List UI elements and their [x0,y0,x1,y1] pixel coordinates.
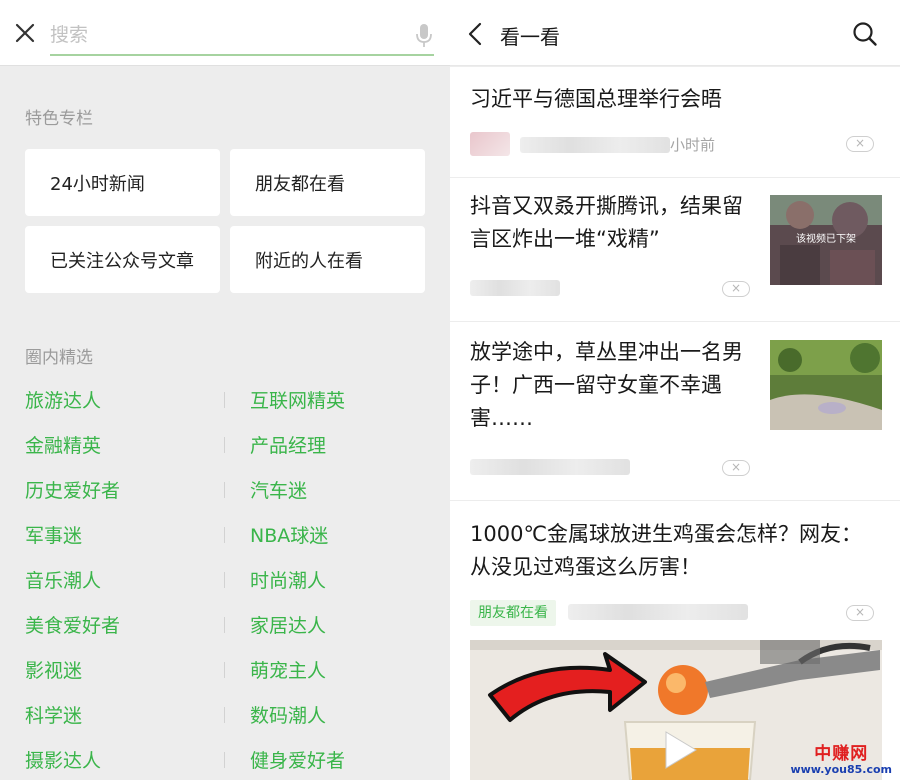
divider [224,752,225,768]
circle-item-digital[interactable]: 数码潮人 [250,701,326,728]
circle-item-finance[interactable]: 金融精英 [25,431,101,458]
back-arrow-icon[interactable] [464,21,488,47]
circle-item-military[interactable]: 军事迷 [25,521,82,548]
circle-item-home[interactable]: 家居达人 [250,611,326,638]
divider [224,527,225,543]
article-card[interactable]: 放学途中，草丛里冲出一名男 子！广西一留守女童不幸遇 害…… × [450,322,900,500]
card-friends-watching[interactable]: 朋友都在看 [230,149,425,216]
article-card[interactable]: 习近平与德国总理举行会晤 小时前 × [450,67,900,177]
card-label: 朋友都在看 [255,173,345,195]
blurred-source-avatar [470,132,510,156]
article-title-line: 害…… [470,406,533,430]
search-input[interactable] [50,18,410,52]
card-nearby-watching[interactable]: 附近的人在看 [230,226,425,293]
microphone-icon[interactable] [414,23,434,49]
divider [224,617,225,633]
search-panel: 特色专栏 24小时新闻 朋友都在看 已关注公众号文章 附近的人在看 圈内精选 旅… [0,0,450,780]
friends-watching-badge: 朋友都在看 [470,600,556,626]
watermark: 中赚网 www.you85.com [790,745,892,776]
card-label: 已关注公众号文章 [50,250,194,272]
dismiss-button[interactable]: × [846,136,874,152]
divider [224,437,225,453]
circle-item-internet[interactable]: 互联网精英 [250,386,345,413]
article-card[interactable]: 抖音又双叒开撕腾讯，结果留 言区炸出一堆“戏精” × 该视频已下架 [450,178,900,321]
divider [224,482,225,498]
blurred-source-name [470,280,560,296]
article-title: 习近平与德国总理举行会晤 [470,87,722,111]
blurred-source-name [470,459,630,475]
divider [224,662,225,678]
dismiss-button[interactable]: × [722,460,750,476]
circle-item-pets[interactable]: 萌宠主人 [250,656,326,683]
article-time: 小时前 [670,136,716,154]
search-bar [0,0,450,66]
article-title-line: 子！广西一留守女童不幸遇 [470,373,722,397]
featured-section-title: 特色专栏 [25,109,93,129]
watermark-logo: 中赚网 [814,744,869,764]
top-stories-panel: 看一看 习近平与德国总理举行会晤 小时前 × 抖音又双叒开撕腾讯，结果留 言区炸… [450,0,900,780]
article-title-line: 1000℃金属球放进生鸡蛋会怎样？网友： [470,522,863,546]
card-24h-news[interactable]: 24小时新闻 [25,149,220,216]
blurred-source-name [520,137,670,153]
circle-section-title: 圈内精选 [25,348,93,368]
article-title-line: 言区炸出一堆“戏精” [470,227,660,251]
top-stories-header: 看一看 [450,0,900,66]
circle-item-travel[interactable]: 旅游达人 [25,386,101,413]
card-followed-accounts[interactable]: 已关注公众号文章 [25,226,220,293]
dismiss-button[interactable]: × [722,281,750,297]
circle-item-fitness[interactable]: 健身爱好者 [250,746,345,773]
circle-item-film[interactable]: 影视迷 [25,656,82,683]
article-title-line: 放学途中，草丛里冲出一名男 [470,340,743,364]
divider [224,392,225,408]
circle-item-nba[interactable]: NBA球迷 [250,521,328,548]
article-title-line: 从没见过鸡蛋这么厉害！ [470,555,701,579]
thumbnail-caption: 该视频已下架 [796,232,856,245]
circle-item-history[interactable]: 历史爱好者 [25,476,120,503]
card-label: 24小时新闻 [50,173,145,195]
blurred-source-name [568,604,748,620]
divider [224,707,225,723]
circle-item-food[interactable]: 美食爱好者 [25,611,120,638]
circle-item-fashion[interactable]: 时尚潮人 [250,566,326,593]
card-label: 附近的人在看 [255,250,363,272]
article-thumbnail [770,340,882,430]
circle-item-car[interactable]: 汽车迷 [250,476,307,503]
article-thumbnail: 该视频已下架 [770,195,882,285]
circle-item-science[interactable]: 科学迷 [25,701,82,728]
watermark-url: www.you85.com [790,763,892,776]
circle-item-product-manager[interactable]: 产品经理 [250,431,326,458]
close-icon[interactable] [12,20,38,46]
circle-item-photography[interactable]: 摄影达人 [25,746,101,773]
divider [224,572,225,588]
search-underline [50,54,434,56]
page-title: 看一看 [500,25,560,49]
article-title-line: 抖音又双叒开撕腾讯，结果留 [470,194,743,218]
search-icon[interactable] [852,21,878,47]
circle-item-music[interactable]: 音乐潮人 [25,566,101,593]
dismiss-button[interactable]: × [846,605,874,621]
